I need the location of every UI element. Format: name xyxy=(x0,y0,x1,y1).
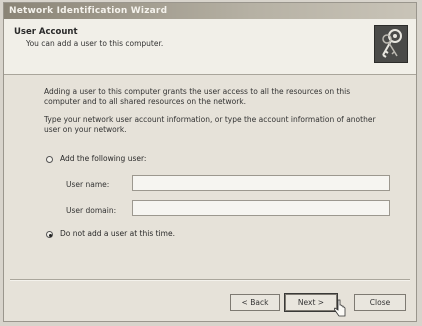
user-name-field[interactable] xyxy=(132,175,390,191)
wizard-window: Network Identification Wizard User Accou… xyxy=(3,2,417,322)
wizard-header: User Account You can add a user to this … xyxy=(4,19,416,75)
window-title: Network Identification Wizard xyxy=(9,6,168,16)
user-domain-field[interactable] xyxy=(132,200,390,216)
add-user-label: Add the following user: xyxy=(60,154,147,163)
title-bar: Network Identification Wizard xyxy=(4,3,416,19)
skip-user-label: Do not add a user at this time. xyxy=(60,229,175,238)
user-domain-label: User domain: xyxy=(66,206,117,215)
skip-user-radio[interactable] xyxy=(46,231,53,238)
header-title: User Account xyxy=(14,27,78,37)
mouse-pointer-icon xyxy=(333,299,346,321)
keys-icon xyxy=(374,25,408,63)
back-button[interactable]: < Back xyxy=(230,294,280,311)
add-user-radio[interactable] xyxy=(46,156,53,163)
next-button[interactable]: Next > xyxy=(284,293,338,312)
wizard-body: Adding a user to this computer grants th… xyxy=(4,75,416,275)
header-subtitle: You can add a user to this computer. xyxy=(26,39,164,48)
instruction-text: Type your network user account informati… xyxy=(44,115,376,134)
footer-divider xyxy=(10,279,410,281)
user-name-label: User name: xyxy=(66,180,110,189)
close-button[interactable]: Close xyxy=(354,294,406,311)
intro-text: Adding a user to this computer grants th… xyxy=(44,87,351,106)
